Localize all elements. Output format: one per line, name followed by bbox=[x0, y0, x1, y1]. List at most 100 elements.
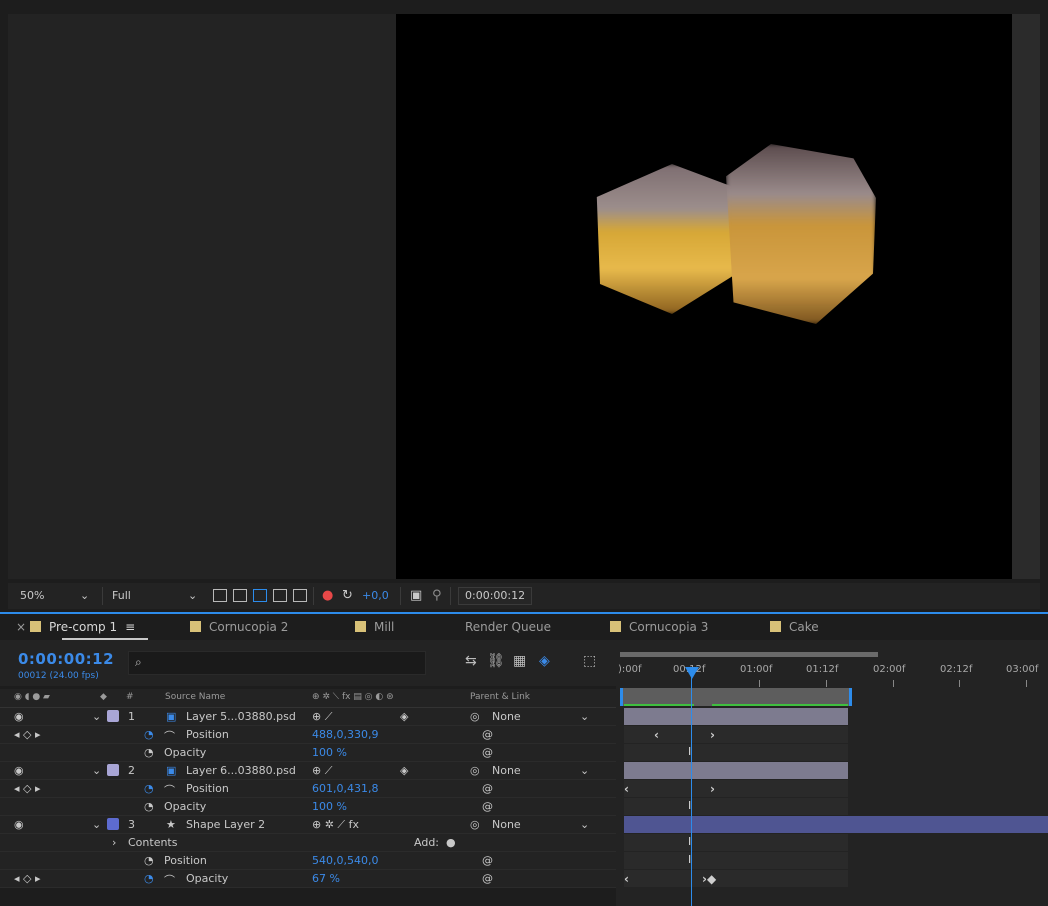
expression-pickwhip-icon[interactable]: @ bbox=[482, 728, 493, 741]
property-row-position[interactable]: ◂ ◇ ▸ ◔ ⌒ Position 488,0,330,9 @ bbox=[0, 726, 616, 744]
parent-link-header[interactable]: Parent & Link bbox=[470, 692, 530, 702]
av-features-icons[interactable]: ◉ ◖ ● ▰ bbox=[14, 692, 50, 702]
stopwatch-icon[interactable]: ◔ bbox=[144, 872, 154, 885]
transparency-grid-icon[interactable] bbox=[233, 589, 247, 602]
keyframe-navigator-icon[interactable]: ◂ ◇ ▸ bbox=[14, 782, 41, 795]
exposure-value[interactable]: +0,0 bbox=[362, 588, 389, 604]
keyframe-icon[interactable]: › bbox=[710, 782, 715, 796]
parent-dropdown-chevron-icon[interactable]: ⌄ bbox=[580, 818, 589, 831]
visibility-eye-icon[interactable]: ◉ bbox=[14, 764, 24, 777]
zoom-value[interactable]: 50% bbox=[20, 588, 44, 604]
stopwatch-icon[interactable]: ◔ bbox=[144, 746, 154, 759]
graph-icon[interactable]: ⌒ bbox=[164, 728, 175, 744]
pickwhip-icon[interactable]: ◎ bbox=[470, 710, 480, 723]
current-time-indicator-handle[interactable] bbox=[685, 667, 699, 679]
expression-pickwhip-icon[interactable]: @ bbox=[482, 854, 493, 867]
layer-3-duration-bar[interactable] bbox=[624, 816, 1048, 833]
mask-path-visibility-icon[interactable] bbox=[253, 589, 267, 602]
stopwatch-icon[interactable]: ◔ bbox=[144, 782, 154, 795]
layer-row-3[interactable]: ◉ ⌄ 3 ★ Shape Layer 2 ⊕ ✲ ⟋ fx ◎ None ⌄ bbox=[0, 816, 616, 834]
keyframe-icon[interactable]: ‹ bbox=[654, 728, 659, 742]
resolution-dropdown-icon[interactable]: ⌄ bbox=[188, 588, 197, 604]
current-time-display[interactable]: 0:00:00:12 bbox=[18, 650, 114, 668]
property-row-position[interactable]: ◂ ◇ ▸ ◔ ⌒ Position 601,0,431,8 @ bbox=[0, 780, 616, 798]
reset-exposure-icon[interactable]: ↻ bbox=[342, 588, 353, 604]
pickwhip-icon[interactable]: ◎ bbox=[470, 818, 480, 831]
layer-2-duration-bar[interactable] bbox=[624, 762, 848, 779]
parent-dropdown[interactable]: None bbox=[492, 764, 521, 777]
property-value[interactable]: 100 % bbox=[312, 746, 347, 759]
expression-pickwhip-icon[interactable]: @ bbox=[482, 746, 493, 759]
motion-blur-switch-icon[interactable]: ◈ bbox=[400, 764, 408, 777]
comp-mini-flowchart-icon[interactable]: ⇆ bbox=[465, 653, 477, 669]
parent-dropdown-chevron-icon[interactable]: ⌄ bbox=[580, 764, 589, 777]
keyframe-navigator-icon[interactable]: ◂ ◇ ▸ bbox=[14, 728, 41, 741]
current-time-indicator-line[interactable] bbox=[691, 670, 692, 906]
property-row-opacity[interactable]: ◂ ◇ ▸ ◔ ⌒ Opacity 67 % @ bbox=[0, 870, 616, 888]
property-value[interactable]: 100 % bbox=[312, 800, 347, 813]
tab-cake[interactable]: Cake bbox=[770, 620, 819, 634]
layer-name[interactable]: Shape Layer 2 bbox=[186, 818, 265, 831]
graph-icon[interactable]: ⌒ bbox=[164, 782, 175, 798]
visibility-eye-icon[interactable]: ◉ bbox=[14, 710, 24, 723]
property-value[interactable]: 67 % bbox=[312, 872, 340, 885]
expand-chevron-icon[interactable]: ⌄ bbox=[92, 764, 101, 777]
viewer-timecode[interactable]: 0:00:00:12 bbox=[458, 587, 533, 605]
keyframe-navigator-icon[interactable]: ◂ ◇ ▸ bbox=[14, 872, 41, 885]
motion-blur-icon[interactable]: ◈ bbox=[539, 653, 550, 669]
label-color-swatch[interactable] bbox=[107, 818, 119, 830]
stopwatch-icon[interactable]: ◔ bbox=[144, 854, 154, 867]
snapshot-icon[interactable]: ▣ bbox=[410, 588, 422, 604]
property-row-position[interactable]: ◔ Position 540,0,540,0 @ bbox=[0, 852, 616, 870]
pickwhip-icon[interactable]: ◎ bbox=[470, 764, 480, 777]
keyframe-icon[interactable]: › bbox=[710, 728, 715, 742]
expand-chevron-icon[interactable]: ⌄ bbox=[92, 818, 101, 831]
property-row-opacity[interactable]: ◔ Opacity 100 % @ bbox=[0, 744, 616, 762]
parent-dropdown-chevron-icon[interactable]: ⌄ bbox=[580, 710, 589, 723]
keyframe-icon[interactable]: ‹ bbox=[624, 872, 629, 886]
layer-name[interactable]: Layer 6...03880.psd bbox=[186, 764, 296, 777]
property-row-contents[interactable]: › Contents Add: ● bbox=[0, 834, 616, 852]
close-tab-icon[interactable]: × bbox=[16, 620, 26, 634]
layer-name[interactable]: Layer 5...03880.psd bbox=[186, 710, 296, 723]
tab-cornucopia-2[interactable]: Cornucopia 2 bbox=[190, 620, 288, 634]
layer-search-input[interactable]: ⌕ bbox=[128, 651, 426, 675]
layer-row-2[interactable]: ◉ ⌄ 2 ▣ Layer 6...03880.psd ⊕ ⟋ ◈ ◎ None… bbox=[0, 762, 616, 780]
property-row-opacity[interactable]: ◔ Opacity 100 % @ bbox=[0, 798, 616, 816]
stopwatch-icon[interactable]: ◔ bbox=[144, 800, 154, 813]
expand-chevron-icon[interactable]: ⌄ bbox=[92, 710, 101, 723]
label-column-icon[interactable]: ◆ bbox=[100, 692, 107, 702]
graph-icon[interactable]: ⌒ bbox=[164, 872, 175, 888]
layer-row-1[interactable]: ◉ ⌄ 1 ▣ Layer 5...03880.psd ⊕ ⟋ ◈ ◎ None… bbox=[0, 708, 616, 726]
graph-editor-icon[interactable]: ⬚ bbox=[583, 653, 596, 669]
source-name-header[interactable]: Source Name bbox=[165, 692, 225, 702]
tab-mill[interactable]: Mill bbox=[355, 620, 394, 634]
shy-switch-icon[interactable]: ⊕ ✲ ⟋ fx bbox=[312, 818, 359, 832]
frame-blending-icon[interactable]: ▦ bbox=[513, 653, 526, 669]
add-shape-icon[interactable]: ● bbox=[446, 836, 456, 849]
work-area-bar[interactable] bbox=[620, 652, 878, 657]
property-value[interactable]: 540,0,540,0 bbox=[312, 854, 378, 867]
motion-blur-switch-icon[interactable]: ◈ bbox=[400, 710, 408, 723]
shy-layers-icon[interactable]: ⛓ bbox=[487, 653, 505, 669]
switches-header-icons[interactable]: ⊕ ✲ ⟍ fx ▤ ◎ ◐ ⊛ bbox=[312, 692, 394, 702]
layer-1-duration-bar[interactable] bbox=[624, 708, 848, 725]
composition-canvas[interactable] bbox=[396, 14, 1012, 579]
grid-options-icon[interactable] bbox=[293, 589, 307, 602]
panel-menu-icon[interactable]: ≡ bbox=[125, 620, 135, 634]
resolution-value[interactable]: Full bbox=[112, 588, 131, 604]
expand-chevron-right-icon[interactable]: › bbox=[112, 836, 116, 849]
shy-switch-icon[interactable]: ⊕ ⟋ bbox=[312, 764, 332, 778]
tab-pre-comp-1[interactable]: Pre-comp 1 ≡ bbox=[30, 620, 135, 634]
parent-dropdown[interactable]: None bbox=[492, 710, 521, 723]
show-snapshot-icon[interactable]: ⚲ bbox=[432, 588, 442, 604]
guides-options-icon[interactable] bbox=[273, 589, 287, 602]
tab-render-queue[interactable]: Render Queue bbox=[465, 620, 551, 634]
region-of-interest-icon[interactable] bbox=[213, 589, 227, 602]
expression-pickwhip-icon[interactable]: @ bbox=[482, 872, 493, 885]
zoom-dropdown-icon[interactable]: ⌄ bbox=[80, 588, 89, 604]
property-value[interactable]: 601,0,431,8 bbox=[312, 782, 378, 795]
parent-dropdown[interactable]: None bbox=[492, 818, 521, 831]
keyframe-icon[interactable]: ›◆ bbox=[702, 872, 716, 886]
tab-cornucopia-3[interactable]: Cornucopia 3 bbox=[610, 620, 708, 634]
